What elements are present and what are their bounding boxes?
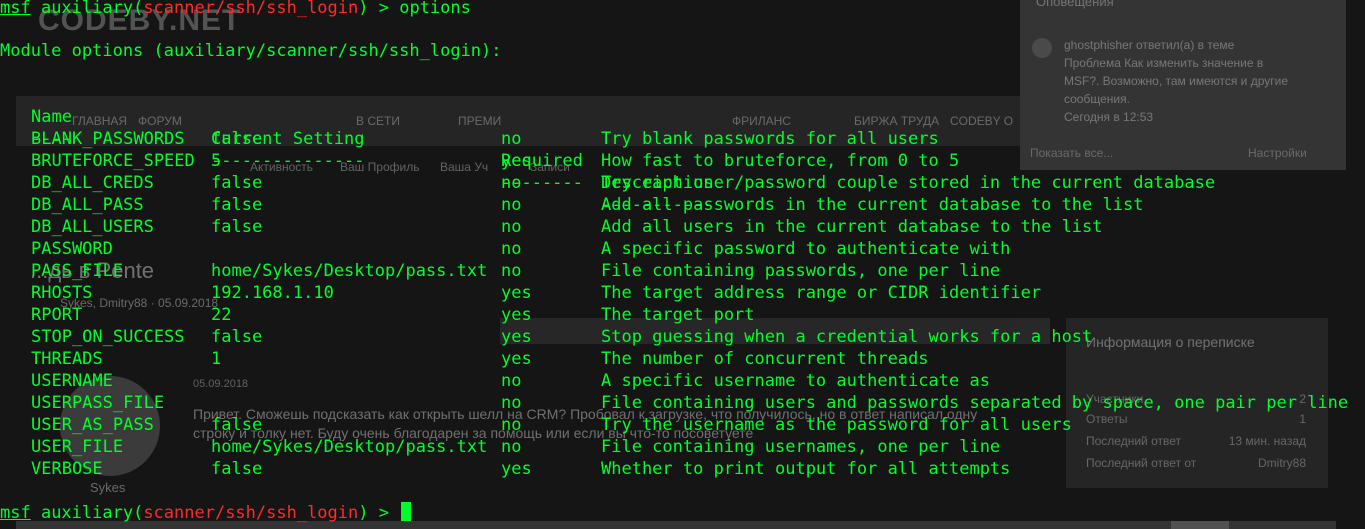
option-description: File containing users and passwords sepa… [601,393,1349,413]
option-current-setting: 1 [211,349,222,369]
option-description: Try each user/password couple stored in … [601,173,1216,193]
option-required: yes [501,349,532,369]
prompt-line-command: msf auxiliary(scanner/ssh/ssh_login) > o… [0,0,471,19]
option-required: yes [501,327,532,347]
option-required: no [501,393,522,413]
option-name: USER_FILE [31,437,124,457]
option-name: VERBOSE [31,459,103,479]
terminal-window[interactable]: msf auxiliary(scanner/ssh/ssh_login) > o… [0,0,1365,529]
prompt-suffix: > [368,0,400,18]
option-current-setting: home/Sykes/Desktop/pass.txt [211,261,488,281]
prompt-module-open: auxiliary( [30,503,144,523]
option-name: RHOSTS [31,283,93,303]
option-description: The target port [601,305,755,325]
option-current-setting: false [211,173,263,193]
prompt-module-close: ) [358,503,369,523]
option-name: PASS_FILE [31,261,124,281]
option-description: Try blank passwords for all users [601,129,939,149]
option-description: File containing usernames, one per line [601,437,1001,457]
option-description: Add all users in the current database to… [601,217,1103,237]
table-header-row: Name Current Setting Required Descriptio… [0,84,1365,193]
option-current-setting: false [211,129,263,149]
table-row: DB_ALL_CREDS false no Try each user/passwor… [0,172,1365,194]
table-row: BLANK_PASSWORDS false no Try blank password… [0,128,1365,150]
option-current-setting: home/Sykes/Desktop/pass.txt [211,437,488,457]
option-current-setting: false [211,195,263,215]
option-required: no [501,261,522,281]
table-row: RPORT 22 yes The target port [0,304,1365,326]
option-name: USERPASS_FILE [31,393,165,413]
table-separator-row: ---- --------------- -------- ----------… [0,106,1365,215]
option-description: A specific username to authenticate as [601,371,990,391]
table-row: VERBOSE false yes Whether to print output f… [0,458,1365,480]
table-row: PASSWORD no A specific password to authent… [0,238,1365,260]
table-row: PASS_FILE home/Sykes/Desktop/pass.txt no Fi… [0,260,1365,282]
prompt-line-current[interactable]: msf auxiliary(scanner/ssh/ssh_login) > [0,502,412,524]
table-row: USERPASS_FILE no File containing users and… [0,392,1365,414]
option-description: Stop guessing when a credential works fo… [601,327,1093,347]
table-row: USER_AS_PASS false no Try the username as t… [0,414,1365,436]
option-current-setting: 5 [211,151,222,171]
table-row: DB_ALL_PASS false no Add all passwords in t… [0,194,1365,216]
option-description: The target address range or CIDR identif… [601,283,1042,303]
prompt-prefix: msf [0,0,31,18]
option-name: USERNAME [31,371,113,391]
prompt-module-open: auxiliary( [30,0,144,18]
option-current-setting: false [211,415,263,435]
option-current-setting: false [211,327,263,347]
prompt-suffix: > [368,503,400,523]
entered-command: options [399,0,471,18]
option-required: yes [501,151,532,171]
option-name: DB_ALL_PASS [31,195,144,215]
table-row: THREADS 1 yes The number of concurrent thre… [0,348,1365,370]
option-name: BLANK_PASSWORDS [31,129,185,149]
module-options-header: Module options (auxiliary/scanner/ssh/ss… [0,41,502,61]
option-required: yes [501,283,532,303]
option-required: no [501,239,522,259]
option-required: no [501,371,522,391]
option-description: File containing passwords, one per line [601,261,1001,281]
prompt-module-close: ) [358,0,369,18]
option-current-setting: false [211,217,263,237]
option-description: Try the username as the password for all… [601,415,1072,435]
option-description: The number of concurrent threads [601,349,929,369]
option-current-setting: 22 [211,305,232,325]
option-current-setting: false [211,459,263,479]
option-description: A specific password to authenticate with [601,239,1011,259]
option-name: USER_AS_PASS [31,415,154,435]
option-description: How fast to bruteforce, from 0 to 5 [601,151,960,171]
table-row: DB_ALL_USERS false no Add all users in the … [0,216,1365,238]
prompt-module-path: scanner/ssh/ssh_login [143,503,359,523]
option-required: no [501,437,522,457]
option-required: no [501,129,522,149]
option-name: PASSWORD [31,239,113,259]
option-required: no [501,173,522,193]
option-name: DB_ALL_USERS [31,217,154,237]
option-description: Add all passwords in the current databas… [601,195,1144,215]
table-row: STOP_ON_SUCCESS false yes Stop guessing whe… [0,326,1365,348]
table-row: BRUTEFORCE_SPEED 5 yes How fast to brutefor… [0,150,1365,172]
table-row: USERNAME no A specific username to authent… [0,370,1365,392]
option-required: yes [501,459,532,479]
option-name: STOP_ON_SUCCESS [31,327,185,347]
table-row: USER_FILE home/Sykes/Desktop/pass.txt no Fi… [0,436,1365,458]
option-required: yes [501,305,532,325]
table-row: RHOSTS 192.168.1.10 yes The target address … [0,282,1365,304]
option-required: no [501,195,522,215]
option-description: Whether to print output for all attempts [601,459,1011,479]
option-name: THREADS [31,349,103,369]
option-name: BRUTEFORCE_SPEED [31,151,195,171]
option-required: no [501,217,522,237]
option-current-setting: 192.168.1.10 [211,283,334,303]
terminal-cursor[interactable] [401,502,412,521]
prompt-prefix: msf [0,503,31,523]
option-name: RPORT [31,305,83,325]
option-name: DB_ALL_CREDS [31,173,154,193]
prompt-module-path: scanner/ssh/ssh_login [143,0,359,18]
option-required: no [501,415,522,435]
